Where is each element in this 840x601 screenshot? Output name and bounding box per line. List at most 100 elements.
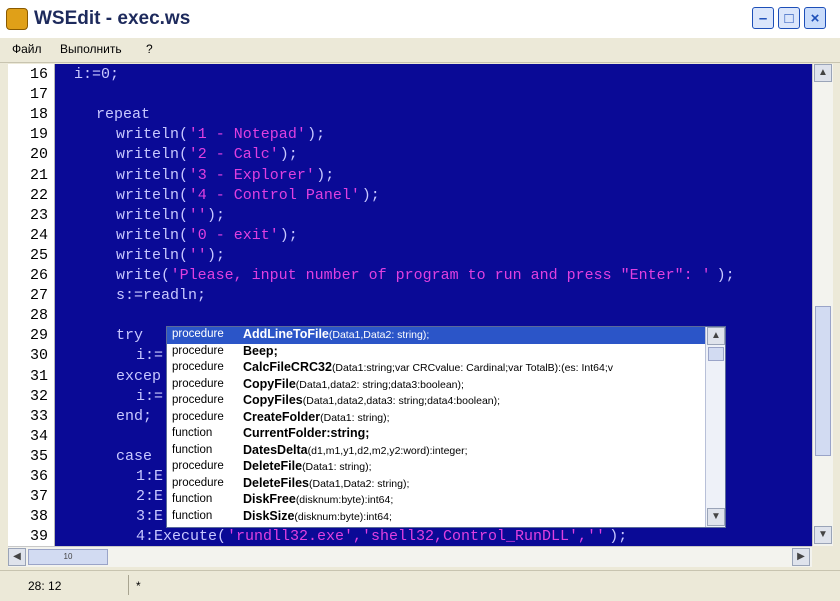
item-name: AddLineToFile(Data1,Data2: string);	[243, 327, 429, 341]
autocomplete-item[interactable]: function DiskFree(disknum:byte):int64;	[167, 492, 705, 509]
line-number: 33	[29, 407, 48, 425]
item-name: DeleteFile(Data1: string);	[243, 459, 372, 473]
code-token: i:=0;	[74, 66, 120, 83]
code-token: writeln(	[116, 186, 189, 204]
autocomplete-item[interactable]: procedure CreateFolder(Data1: string);	[167, 410, 705, 427]
code-token: writeln(	[116, 146, 189, 164]
app-icon	[6, 8, 28, 30]
autocomplete-item[interactable]: function CurrentFolder:string;	[167, 426, 705, 443]
line-number: 19	[29, 126, 48, 144]
code-token: );	[716, 267, 735, 284]
modified-indicator: *	[136, 579, 141, 593]
autocomplete-popup[interactable]: ▲ ▼ procedure AddLineToFile(Data1,Data2: …	[166, 326, 726, 528]
item-signature: (Data1: string);	[320, 411, 390, 424]
autocomplete-item[interactable]: function DiskSize(disknum:byte):int64;	[167, 509, 705, 526]
autocomplete-item[interactable]: procedure AddLineToFile(Data1,Data2: stri…	[167, 327, 705, 344]
item-name: CopyFiles(Data1,data2,data3: string;data…	[243, 393, 500, 407]
item-kind: procedure	[172, 377, 224, 390]
popup-scrollbar[interactable]: ▲ ▼	[705, 327, 725, 527]
code-token: 4:Execute(	[136, 528, 227, 546]
item-name: DeleteFiles(Data1,Data2: string);	[243, 476, 409, 490]
code-token: );	[307, 126, 326, 144]
code-string: ''	[188, 206, 207, 224]
line-number: 30	[29, 347, 48, 365]
code-token: );	[279, 146, 298, 164]
line-number: 18	[29, 106, 48, 124]
code-token: case	[116, 447, 153, 465]
cursor-position: 28: 12	[28, 579, 62, 593]
vertical-scroll-thumb[interactable]	[815, 306, 831, 456]
code-token: try	[116, 327, 144, 345]
popup-scroll-down-icon[interactable]: ▼	[707, 508, 725, 526]
item-name: DatesDelta(d1,m1,y1,d2,m2,y2:word):integ…	[243, 443, 468, 457]
code-string: 'Please, input number of program to run …	[170, 267, 711, 284]
maximize-button[interactable]: □	[778, 7, 800, 29]
item-name: CurrentFolder:string;	[243, 426, 369, 440]
vertical-scrollbar[interactable]: ▲ ▼	[812, 64, 833, 546]
item-name: CalcFileCRC32(Data1:string;var CRCvalue:…	[243, 360, 613, 374]
line-number: 39	[29, 528, 48, 546]
autocomplete-item[interactable]: procedure DeleteFiles(Data1,Data2: string…	[167, 476, 705, 493]
item-kind: procedure	[172, 328, 224, 340]
scroll-right-icon[interactable]: ▶	[792, 548, 810, 566]
close-button[interactable]: ×	[804, 7, 826, 29]
scroll-down-icon[interactable]: ▼	[814, 526, 832, 544]
status-bar: 28: 12 *	[0, 570, 840, 601]
code-token: write(	[116, 267, 171, 284]
autocomplete-item[interactable]: procedure CalcFileCRC32(Data1:string;var …	[167, 360, 705, 377]
menu-file[interactable]: Файл	[12, 42, 42, 56]
status-divider	[128, 575, 129, 595]
item-name: Beep;	[243, 344, 278, 358]
code-string: '3 - Explorer'	[188, 166, 315, 184]
autocomplete-item[interactable]: procedure Beep;	[167, 344, 705, 361]
scroll-left-icon[interactable]: ◀	[8, 548, 26, 566]
line-number-gutter: 16 17 18 19 20 21 22 23 24 25 26 27 28 29 30 31 32 33 34 35…	[8, 64, 55, 546]
line-number: 23	[29, 206, 48, 224]
window-title: WSEdit - exec.ws	[34, 8, 191, 29]
code-token: 2:E	[136, 488, 164, 506]
item-name: DiskSize(disknum:byte):int64;	[243, 509, 392, 523]
item-signature: (d1,m1,y1,d2,m2,y2:word):integer;	[307, 444, 468, 457]
code-token: i:=	[136, 347, 164, 365]
menu-help[interactable]: ?	[146, 42, 153, 56]
item-identifier: CopyFiles	[243, 393, 303, 407]
code-string: '0 - exit'	[188, 226, 279, 244]
line-number: 29	[29, 327, 48, 345]
item-identifier: DiskSize	[243, 508, 295, 523]
scroll-up-icon[interactable]: ▲	[814, 64, 832, 82]
popup-scroll-thumb[interactable]	[708, 347, 724, 361]
item-signature: (Data1,Data2: string);	[309, 477, 410, 490]
line-number: 37	[29, 488, 48, 506]
popup-scroll-up-icon[interactable]: ▲	[707, 327, 725, 345]
code-token: repeat	[96, 106, 151, 124]
title-bar: WSEdit - exec.ws – □ ×	[0, 0, 840, 39]
item-identifier: DiskFree	[243, 492, 296, 506]
line-number: 16	[29, 66, 48, 83]
item-name: DiskFree(disknum:byte):int64;	[243, 492, 393, 506]
horizontal-scroll-thumb[interactable]: 10	[28, 549, 108, 565]
line-number: 20	[29, 146, 48, 164]
autocomplete-item[interactable]: procedure DeleteFile(Data1: string);	[167, 459, 705, 476]
item-kind: procedure	[172, 476, 224, 489]
horizontal-scrollbar[interactable]: ◀ 10 ▶	[8, 546, 812, 567]
item-identifier: CopyFile	[243, 376, 296, 391]
line-number: 26	[29, 267, 48, 284]
code-token: writeln(	[116, 246, 189, 264]
autocomplete-item[interactable]: function DatesDelta(d1,m1,y1,d2,m2,y2:wor…	[167, 443, 705, 460]
menu-run[interactable]: Выполнить	[60, 42, 122, 56]
item-identifier: CalcFileCRC32	[243, 360, 332, 374]
autocomplete-item[interactable]: procedure CopyFile(Data1,data2: string;da…	[167, 377, 705, 394]
item-identifier: DeleteFiles	[243, 475, 310, 490]
item-kind: procedure	[172, 394, 224, 406]
code-string: '1 - Notepad'	[188, 126, 306, 144]
minimize-button[interactable]: –	[752, 7, 774, 29]
item-signature: (Data1,Data2: string);	[328, 329, 430, 341]
item-identifier: DeleteFile	[243, 459, 303, 473]
code-token: writeln(	[116, 166, 189, 184]
item-identifier: Beep;	[243, 343, 278, 358]
autocomplete-item[interactable]: procedure CopyFiles(Data1,data2,data3: st…	[167, 393, 705, 410]
code-token: );	[279, 226, 298, 244]
code-token: writeln(	[116, 206, 189, 224]
line-number: 25	[29, 246, 48, 264]
code-token: excep	[116, 367, 162, 385]
